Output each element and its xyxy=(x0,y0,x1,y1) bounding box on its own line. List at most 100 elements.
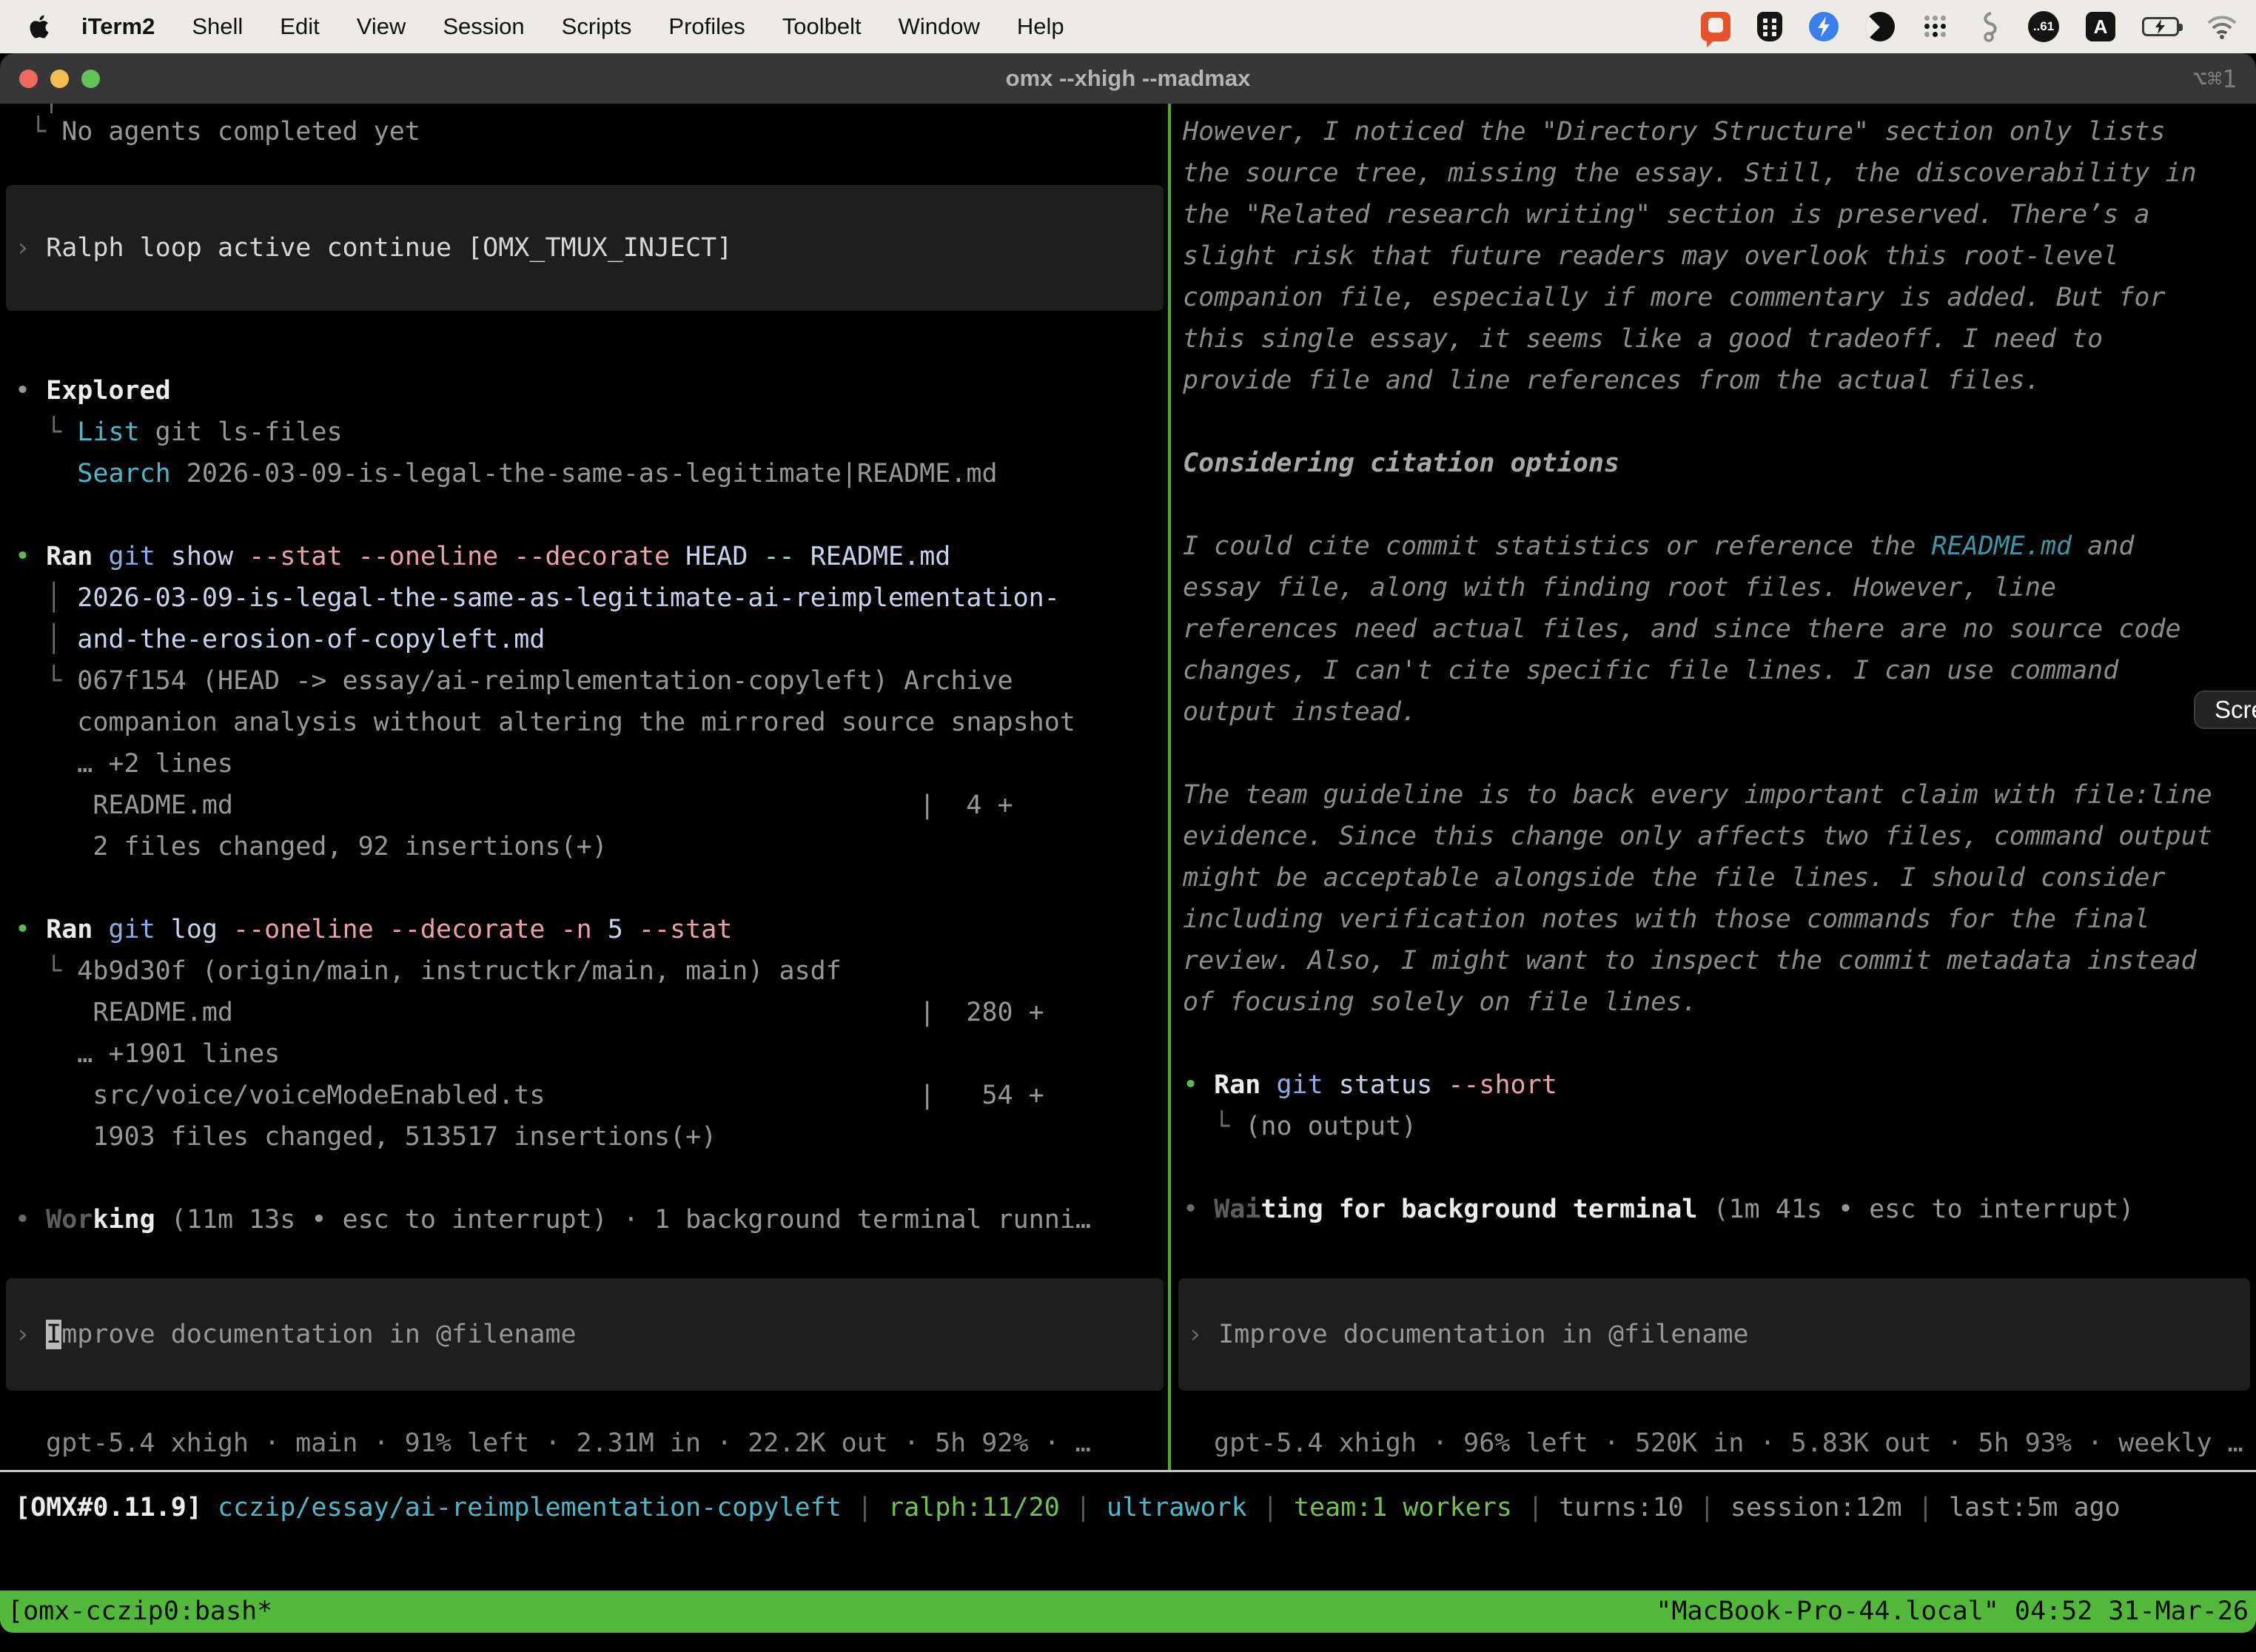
dots-grid-icon[interactable] xyxy=(1921,13,1950,41)
terminal-line: • Ran git status --short xyxy=(1183,1064,2256,1106)
text-segment: provide file and line references from th… xyxy=(1183,366,2041,395)
text-segment: slight risk that future readers may over… xyxy=(1183,241,2118,271)
text-segment: HEAD xyxy=(670,542,748,571)
left-prompt-input[interactable]: › Improve documentation in @filename xyxy=(6,1278,1164,1391)
text-segment: › xyxy=(15,1320,46,1349)
prompt-placeholder: › Improve documentation in @filename xyxy=(15,1314,577,1355)
terminal-line: │ and-the-erosion-of-copyleft.md xyxy=(15,619,1168,660)
text-segment: • xyxy=(1183,1195,1214,1224)
text-segment: └ xyxy=(15,666,77,696)
wifi-icon[interactable] xyxy=(2206,14,2238,39)
text-segment: --stat --oneline --decorate xyxy=(233,542,670,571)
text-segment: might be acceptable alongside the file l… xyxy=(1183,863,2166,893)
text-segment: mprove documentation in @filename xyxy=(61,1320,576,1349)
terminal-line xyxy=(1183,733,2256,774)
text-segment: git xyxy=(93,915,155,944)
terminal-line: output instead. xyxy=(1183,691,2256,733)
terminal-line: … +2 lines xyxy=(15,743,1168,785)
left-transcript: • Explored └ List git ls-files Search 20… xyxy=(15,370,1168,1240)
terminal-line: • Working (11m 13s • esc to interrupt) ·… xyxy=(15,1199,1168,1240)
text-segment: • xyxy=(15,376,46,406)
terminal-line: └ 4b9d30f (origin/main, instructkr/main,… xyxy=(15,950,1168,992)
menu-item-window[interactable]: Window xyxy=(899,13,980,40)
text-segment: • xyxy=(15,915,46,944)
terminal-line: I could cite commit statistics or refere… xyxy=(1183,526,2256,567)
text-segment: 067f154 (HEAD -> essay/ai-reimplementati… xyxy=(77,666,1013,696)
terminal-line: of focusing solely on file lines. xyxy=(1183,981,2256,1023)
menu-item-toolbelt[interactable]: Toolbelt xyxy=(782,13,862,40)
text-segment: … +2 lines xyxy=(15,749,233,779)
shield-icon[interactable] xyxy=(1757,12,1782,41)
menu-item-help[interactable]: Help xyxy=(1017,13,1064,40)
text-segment: this single essay, it seems like a good … xyxy=(1183,324,2103,354)
terminal-line xyxy=(15,494,1168,536)
left-prompt-input-top[interactable]: › Ralph loop active continue [OMX_TMUX_I… xyxy=(6,185,1164,311)
menu-item-edit[interactable]: Edit xyxy=(280,13,319,40)
text-segment: [OMX#0.11.9] xyxy=(15,1493,218,1522)
terminal-line: slight risk that future readers may over… xyxy=(1183,235,2256,277)
menu-item-iterm2[interactable]: iTerm2 xyxy=(81,13,155,40)
terminal-area: └ No agents completed yet › Ralph loop a… xyxy=(0,104,2256,1470)
terminal-line xyxy=(1183,1023,2256,1064)
terminal-line: the "Related research writing" section i… xyxy=(1183,194,2256,235)
text-segment: • xyxy=(15,1205,46,1235)
tmux-session-label: [omx-cczip0:bash* xyxy=(7,1591,272,1633)
blue-badge-icon[interactable] xyxy=(1809,12,1839,41)
terminal-line xyxy=(15,867,1168,909)
terminal-line: • Ran git show --stat --oneline --decora… xyxy=(15,536,1168,577)
text-segment: git xyxy=(93,542,155,571)
text-segment: 5 xyxy=(592,915,623,944)
terminal-line: companion file, especially if more comme… xyxy=(1183,277,2256,318)
text-segment: Wai xyxy=(1214,1195,1260,1224)
text-segment: -- xyxy=(748,542,794,571)
text-segment: 2026-03-09-is-legal-the-same-as-legitima… xyxy=(171,459,998,488)
text-segment: However, I noticed the "Directory Struct… xyxy=(1183,117,2166,147)
text-segment: --stat xyxy=(623,915,733,944)
right-prompt-input[interactable]: › Improve documentation in @filename xyxy=(1178,1278,2250,1391)
battery-icon[interactable] xyxy=(2142,17,2179,36)
text-segment: Search xyxy=(77,459,170,488)
terminal-line: … +1901 lines xyxy=(15,1033,1168,1075)
text-segment: src/voice/voiceModeEnabled.ts | 54 + xyxy=(15,1081,1044,1110)
text-segment: … +1901 lines xyxy=(15,1039,280,1069)
text-segment: └ xyxy=(15,956,77,986)
hook-icon[interactable] xyxy=(1976,10,2001,43)
terminal-line: 1903 files changed, 513517 insertions(+) xyxy=(15,1116,1168,1158)
badge-61-icon[interactable]: ..61 xyxy=(2028,11,2059,42)
text-segment: README.md xyxy=(795,542,951,571)
keyboard-a-icon[interactable]: A xyxy=(2086,12,2115,41)
text-segment: ralph:11/20 xyxy=(888,1493,1060,1522)
text-segment: status xyxy=(1323,1070,1433,1100)
text-segment: › xyxy=(15,233,46,263)
text-segment: 1903 files changed, 513517 insertions(+) xyxy=(15,1122,716,1152)
text-segment: Explored xyxy=(46,376,171,406)
right-model-status-line: gpt-5.4 xhigh · 96% left · 520K in · 5.8… xyxy=(1183,1423,2256,1464)
text-segment: changes, I can't cite specific file line… xyxy=(1183,656,2118,685)
menu-items: iTerm2 Shell Edit View Session Scripts Profile… xyxy=(81,13,1064,40)
terminal-line: review. Also, I might want to inspect th… xyxy=(1183,940,2256,981)
tmux-status-bar: [omx-cczip0:bash* "MacBook-Pro-44.local"… xyxy=(0,1591,2256,1633)
apple-logo-icon[interactable] xyxy=(30,13,52,40)
chat-icon[interactable] xyxy=(1701,12,1730,41)
menu-item-profiles[interactable]: Profiles xyxy=(668,13,745,40)
text-segment: │ xyxy=(15,625,77,654)
text-segment: Improve documentation in @filename xyxy=(1218,1320,1748,1349)
menu-item-view[interactable]: View xyxy=(357,13,406,40)
screen-share-overlay-button[interactable]: Scre xyxy=(2194,691,2256,729)
text-segment: and-the-erosion-of-copyleft.md xyxy=(77,625,545,654)
terminal-line: might be acceptable alongside the file l… xyxy=(1183,857,2256,899)
menu-item-shell[interactable]: Shell xyxy=(192,13,243,40)
text-segment: git ls-files xyxy=(140,417,343,447)
terminal-line: provide file and line references from th… xyxy=(1183,360,2256,401)
text-segment: --oneline --decorate -n xyxy=(218,915,592,944)
text-segment: List xyxy=(77,417,139,447)
menu-item-scripts[interactable]: Scripts xyxy=(562,13,632,40)
terminal-line: README.md | 4 + xyxy=(15,785,1168,826)
text-segment: └ xyxy=(15,117,61,147)
terminal-line: references need actual files, and since … xyxy=(1183,608,2256,650)
record-disc-icon[interactable] xyxy=(1865,12,1895,41)
text-segment: show xyxy=(155,542,233,571)
terminal-line: └ (no output) xyxy=(1183,1106,2256,1147)
menu-item-session[interactable]: Session xyxy=(443,13,524,40)
omx-status-bar: [OMX#0.11.9] cczip/essay/ai-reimplementa… xyxy=(0,1472,2256,1591)
